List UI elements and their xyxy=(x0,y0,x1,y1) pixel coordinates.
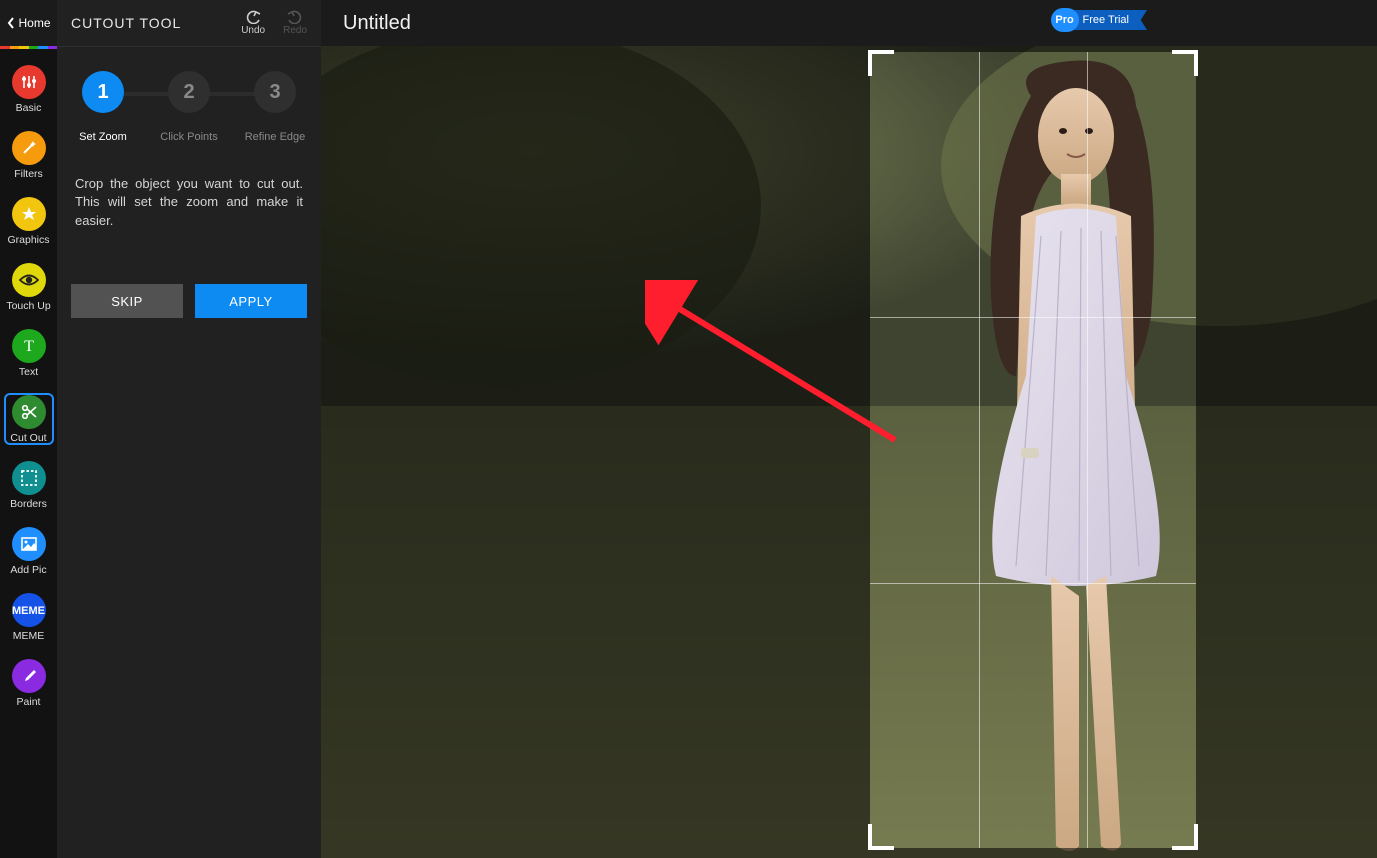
apply-button[interactable]: APPLY xyxy=(195,284,307,318)
picture-icon xyxy=(12,527,46,561)
nav-label: Basic xyxy=(16,102,42,114)
pro-label: Pro xyxy=(1051,8,1079,32)
nav-label: Graphics xyxy=(7,234,49,246)
wand-icon xyxy=(12,131,46,165)
step-label: Refine Edge xyxy=(245,131,306,143)
redo-icon xyxy=(285,10,305,24)
svg-text:MEME: MEME xyxy=(12,605,45,617)
nav-item-cut-out[interactable]: Cut Out xyxy=(4,393,54,445)
nav-item-touch-up[interactable]: Touch Up xyxy=(4,261,54,313)
nav-item-basic[interactable]: Basic xyxy=(4,63,54,115)
undo-button[interactable]: Undo xyxy=(241,10,265,36)
step-number: 1 xyxy=(82,71,124,113)
nav-item-filters[interactable]: Filters xyxy=(4,129,54,181)
crop-handle-br[interactable] xyxy=(1172,824,1198,850)
pro-trial-badge[interactable]: Pro Free Trial xyxy=(1051,8,1147,32)
crop-handle-bl[interactable] xyxy=(868,824,894,850)
nav-label: Touch Up xyxy=(6,300,50,312)
redo-button[interactable]: Redo xyxy=(283,10,307,36)
grid-line xyxy=(1087,52,1088,848)
crop-handle-tr[interactable] xyxy=(1172,50,1198,76)
text-icon: T xyxy=(12,329,46,363)
crop-box[interactable] xyxy=(870,52,1196,848)
redo-label: Redo xyxy=(283,25,307,36)
step-label: Set Zoom xyxy=(79,131,127,143)
undo-icon xyxy=(243,10,263,24)
nav-label: MEME xyxy=(13,630,45,642)
nav-item-paint[interactable]: Paint xyxy=(4,657,54,709)
panel-description: Crop the object you want to cut out. Thi… xyxy=(57,143,321,230)
canvas[interactable] xyxy=(321,46,1377,858)
home-button[interactable]: Home xyxy=(0,0,57,46)
step-label: Click Points xyxy=(160,131,217,143)
canvas-image xyxy=(321,46,1377,858)
nav-label: Cut Out xyxy=(10,432,46,444)
document-title: Untitled xyxy=(343,12,411,35)
grid-line xyxy=(979,52,980,848)
eye-icon xyxy=(12,263,46,297)
step-1[interactable]: 1 Set Zoom xyxy=(71,71,135,143)
nav-label: Borders xyxy=(10,498,47,510)
scissors-icon xyxy=(12,395,46,429)
meme-icon: MEME xyxy=(12,593,46,627)
step-number: 3 xyxy=(254,71,296,113)
nav-label: Add Pic xyxy=(10,564,46,576)
undo-label: Undo xyxy=(241,25,265,36)
crop-handle-tl[interactable] xyxy=(868,50,894,76)
step-2[interactable]: 2 Click Points xyxy=(157,71,221,143)
nav-item-text[interactable]: T Text xyxy=(4,327,54,379)
nav-item-graphics[interactable]: Graphics xyxy=(4,195,54,247)
trial-label: Free Trial xyxy=(1069,10,1147,30)
nav-label: Paint xyxy=(17,696,41,708)
nav-item-meme[interactable]: MEME MEME xyxy=(4,591,54,643)
home-label: Home xyxy=(18,16,50,30)
grid-line xyxy=(870,583,1196,584)
frame-icon xyxy=(12,461,46,495)
skip-button[interactable]: SKIP xyxy=(71,284,183,318)
sliders-icon xyxy=(12,65,46,99)
nav-label: Filters xyxy=(14,168,43,180)
grid-line xyxy=(870,317,1196,318)
nav-label: Text xyxy=(19,366,38,378)
panel-title: CUTOUT TOOL xyxy=(71,15,181,31)
nav-item-add-pic[interactable]: Add Pic xyxy=(4,525,54,577)
step-number: 2 xyxy=(168,71,210,113)
brush-icon xyxy=(12,659,46,693)
star-icon xyxy=(12,197,46,231)
step-3[interactable]: 3 Refine Edge xyxy=(243,71,307,143)
chevron-left-icon xyxy=(6,16,16,30)
nav-item-borders[interactable]: Borders xyxy=(4,459,54,511)
svg-text:T: T xyxy=(24,338,34,355)
